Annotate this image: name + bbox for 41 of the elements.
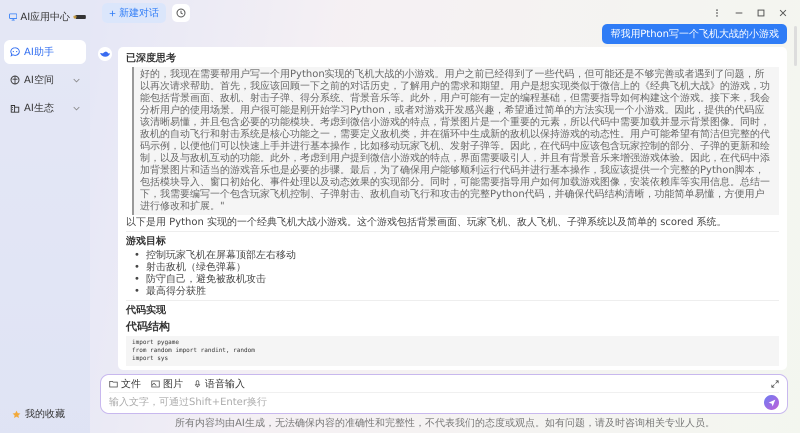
clock-icon bbox=[176, 8, 186, 18]
section-heading: 游戏目标 bbox=[126, 234, 167, 248]
bullet-marker: • bbox=[134, 262, 140, 274]
thinking-text: 好的，我现在需要帮用户写一个用Python实现的飞机大战的小游戏。用户之前已经得到了一些代码，但可能还是不够完善或者遇到了问题，所以再次请求帮助。首先，我应该回顾一下之前的对话历史，了解用户的需求和期望。用户是想实现类似于微信上的《经典飞机大战》的游戏，功能包括背景画面、敌机、射击子弹、得分系统、背景音乐等。此外，用户可能有一定的编程基础，但需要指导如何构建这个游戏。接下来，我会分析用户的使用场景。用户很可能是刚开始学习Python，或者对游戏开发感兴趣，希望通过简单的方法实现一个小游戏。因此，提供的代码应该清晰易懂，并且包含必要的功能模块。考虑到微信小游戏的特点，背景图片是一个重要的元素，所以代码中需要加载并显示背景图像。同时，敌机的自动飞行和射击系统是核心功能之一，需要定义敌机类，并在循环中生成新的敌机以保持游戏的动态性。用户可能希望有简洁但完整的代码示例，以便他们可以快速上手并进行基本操作，比如移动玩家飞机、发射子弹等。因此，在代码中应该包含玩家控制的部分、子弹的更新和绘制，以及与敌机互动的功能。此外，考虑到用户提到微信小游戏的特点，界面需要吸引人，并且有背景音乐来增强游戏体验。因此，在代码中添加背景图片和适当的游戏音乐也是必要的步骤。最后，为了确保用户能够顺利运行代码并进行基本操作，我应该提供一个完整的Python脚本，包括模块导入、窗口初始化、事件处理以及动态效果的实现部分。同时，可能需要指导用户如何加载游戏图像，安装依赖库等实用信息。总结一下，我需要编写一个包含玩家飞机控制、子弹射击、敌机自动飞行和攻击的完整Python代码，并确保代码结构清晰，功能简单易懂，方便用户进行修改和扩展。" bbox=[132, 67, 779, 215]
composer-tool-button[interactable]: 图片 bbox=[151, 377, 183, 391]
chat-icon bbox=[10, 47, 20, 57]
composer-tool-button[interactable]: 文件 bbox=[109, 377, 141, 391]
thinking-title: 已深度思考 bbox=[126, 51, 177, 65]
disclaimer-text: 所有内容均由AI生成，无法确保内容的准确性和完整性，不代表我们的态度或观点。如有问题，请及时咨询相关专业人员。 bbox=[174, 416, 716, 431]
bullet-marker: • bbox=[134, 250, 140, 262]
building-icon bbox=[10, 103, 20, 113]
sidebar-item[interactable]: AI生态 bbox=[4, 96, 86, 120]
paper-plane-icon bbox=[768, 398, 776, 406]
section-title: 代码结构 bbox=[126, 319, 171, 334]
plus-icon bbox=[109, 10, 116, 16]
section-heading: 代码实现 bbox=[126, 303, 167, 317]
bullet-item: 防守自己，避免被敌机攻击 bbox=[146, 274, 266, 286]
favorites-link[interactable]: 我的收藏 bbox=[4, 407, 86, 421]
composer-tool-button[interactable]: 语音输入 bbox=[193, 377, 245, 391]
bullet-item: 控制玩家飞机在屏幕顶部左右移动 bbox=[146, 250, 296, 262]
bullet-item: 射击敌机（绿色弹幕） bbox=[146, 262, 246, 274]
microphone-icon bbox=[193, 380, 202, 388]
image-icon bbox=[151, 380, 160, 388]
user-message: 帮我用Pthon写一个飞机大战的小游戏 bbox=[602, 24, 787, 44]
app-name: AI应用中心 bbox=[20, 10, 70, 24]
bullet-marker: • bbox=[134, 274, 140, 286]
history-button[interactable] bbox=[172, 4, 190, 22]
sidebar-item[interactable]: AI助手 bbox=[4, 40, 86, 64]
globe-icon bbox=[10, 75, 20, 85]
monitor-icon bbox=[9, 11, 18, 23]
maximize-icon[interactable] bbox=[756, 8, 766, 18]
send-button[interactable] bbox=[764, 395, 779, 410]
star-icon bbox=[12, 410, 21, 418]
expand-icon[interactable] bbox=[771, 380, 779, 388]
close-icon[interactable] bbox=[778, 8, 788, 18]
sidebar-item[interactable]: AI空间 bbox=[4, 68, 86, 92]
bullet-marker: • bbox=[134, 286, 140, 298]
crown-badge-icon bbox=[73, 13, 86, 21]
summary-text: 以下是用 Python 实现的一个经典飞机大战小游戏。这个游戏包括背景画面、玩家飞机、敌人飞机、子弹系统以及简单的 scored 系统。 bbox=[126, 217, 728, 229]
bullet-item: 最高得分获胜 bbox=[146, 286, 206, 298]
folder-icon bbox=[109, 380, 118, 388]
